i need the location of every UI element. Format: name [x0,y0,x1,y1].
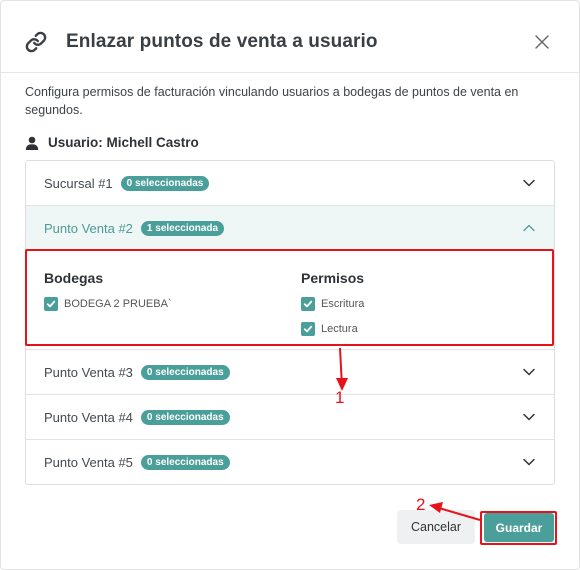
bodega-label: BODEGA 2 PRUEBA` [64,298,172,310]
selection-badge: 0 seleccionadas [140,364,230,380]
chevron-down-icon [522,176,536,190]
check-icon[interactable] [301,297,315,311]
bodegas-heading: Bodegas [44,270,104,286]
cancel-button[interactable]: Cancelar [397,510,475,544]
accordion-item-punto-venta-5[interactable]: Punto Venta #5 0 seleccionadas [26,440,554,484]
accordion-item-label: Punto Venta #3 [44,364,133,380]
annotation-step-1: 1 [335,388,345,407]
accordion-item-sucursal-1[interactable]: Sucursal #1 0 seleccionadas [26,161,554,206]
permisos-heading: Permisos [301,270,365,286]
accordion-item-label: Punto Venta #5 [44,454,133,470]
chevron-down-icon [522,410,536,424]
close-icon[interactable] [531,31,553,53]
check-icon[interactable] [301,322,315,336]
link-pos-dialog: Enlazar puntos de venta a usuario Config… [0,0,580,570]
selection-badge: 0 seleccionadas [140,454,230,470]
permiso-lectura-row[interactable]: Lectura [301,322,358,336]
check-icon[interactable] [44,297,58,311]
user-row: Usuario: Michell Castro [25,135,199,150]
save-button[interactable]: Guardar [484,513,554,542]
pos-accordion: Sucursal #1 0 seleccionadas Punto Venta … [25,160,555,485]
selection-badge: 0 seleccionadas [140,409,230,425]
chevron-up-icon [522,221,536,235]
link-icon [25,31,47,53]
accordion-item-punto-venta-3[interactable]: Punto Venta #3 0 seleccionadas [26,350,554,395]
selection-badge: 0 seleccionadas [120,175,210,191]
user-icon [25,136,39,150]
bodega-checkbox-row[interactable]: BODEGA 2 PRUEBA` [44,297,172,311]
accordion-item-label: Sucursal #1 [44,175,113,191]
annotation-step-2: 2 [416,495,426,514]
dialog-header: Enlazar puntos de venta a usuario [25,29,559,55]
permiso-label: Escritura [321,298,365,310]
accordion-panel-punto-venta-2: Bodegas Permisos BODEGA 2 PRUEBA` Escrit… [26,251,554,350]
header-divider [1,72,579,73]
accordion-item-label: Punto Venta #2 [44,220,133,236]
user-name: Usuario: Michell Castro [48,135,199,150]
dialog-description: Configura permisos de facturación vincul… [25,85,519,117]
accordion-item-label: Punto Venta #4 [44,409,133,425]
chevron-down-icon [522,455,536,469]
selection-badge: 1 seleccionada [140,220,225,236]
dialog-title: Enlazar puntos de venta a usuario [66,31,378,52]
accordion-item-punto-venta-4[interactable]: Punto Venta #4 0 seleccionadas [26,395,554,440]
permiso-escritura-row[interactable]: Escritura [301,297,364,311]
chevron-down-icon [522,365,536,379]
accordion-item-punto-venta-2[interactable]: Punto Venta #2 1 seleccionada [26,206,554,251]
permiso-label: Lectura [321,323,358,335]
